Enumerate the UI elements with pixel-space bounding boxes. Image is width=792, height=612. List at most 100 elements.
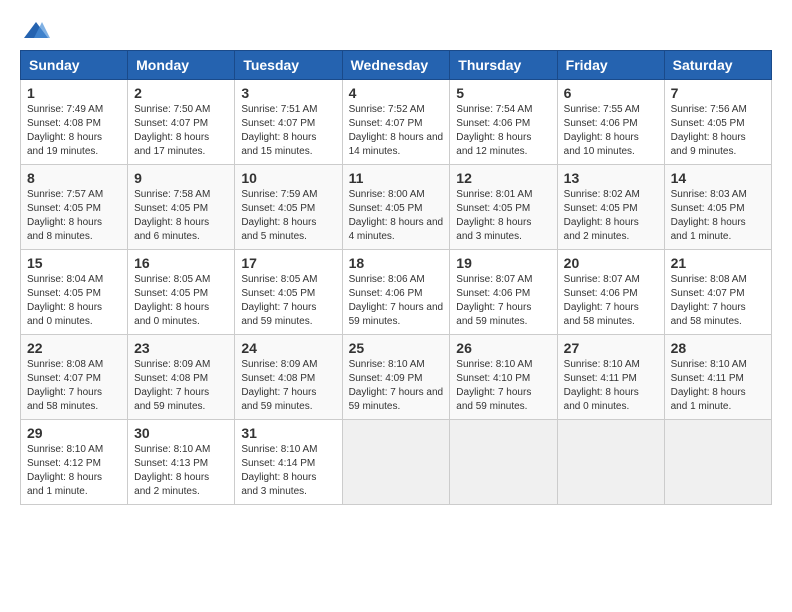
day-info: Sunrise: 7:57 AM Sunset: 4:05 PM Dayligh… [27, 188, 121, 244]
day-number: 22 [27, 340, 121, 356]
day-info: Sunrise: 8:10 AM Sunset: 4:12 PM Dayligh… [27, 443, 121, 499]
day-info: Sunrise: 8:04 AM Sunset: 4:05 PM Dayligh… [27, 273, 121, 329]
day-number: 30 [134, 425, 228, 441]
calendar-cell: 22 Sunrise: 8:08 AM Sunset: 4:07 PM Dayl… [21, 335, 128, 420]
calendar-cell: 27 Sunrise: 8:10 AM Sunset: 4:11 PM Dayl… [557, 335, 664, 420]
day-info: Sunrise: 8:05 AM Sunset: 4:05 PM Dayligh… [241, 273, 335, 329]
day-info: Sunrise: 7:54 AM Sunset: 4:06 PM Dayligh… [456, 103, 550, 159]
day-number: 2 [134, 85, 228, 101]
day-number: 29 [27, 425, 121, 441]
calendar-header-row: SundayMondayTuesdayWednesdayThursdayFrid… [21, 51, 772, 80]
day-number: 8 [27, 170, 121, 186]
calendar-week-1: 1 Sunrise: 7:49 AM Sunset: 4:08 PM Dayli… [21, 80, 772, 165]
calendar-cell: 11 Sunrise: 8:00 AM Sunset: 4:05 PM Dayl… [342, 165, 450, 250]
day-info: Sunrise: 7:55 AM Sunset: 4:06 PM Dayligh… [564, 103, 658, 159]
calendar-header-thursday: Thursday [450, 51, 557, 80]
calendar-cell: 7 Sunrise: 7:56 AM Sunset: 4:05 PM Dayli… [664, 80, 771, 165]
day-info: Sunrise: 8:08 AM Sunset: 4:07 PM Dayligh… [27, 358, 121, 414]
calendar-cell: 29 Sunrise: 8:10 AM Sunset: 4:12 PM Dayl… [21, 420, 128, 505]
calendar-cell: 3 Sunrise: 7:51 AM Sunset: 4:07 PM Dayli… [235, 80, 342, 165]
calendar-cell [664, 420, 771, 505]
calendar-cell: 9 Sunrise: 7:58 AM Sunset: 4:05 PM Dayli… [128, 165, 235, 250]
day-number: 9 [134, 170, 228, 186]
calendar-cell: 13 Sunrise: 8:02 AM Sunset: 4:05 PM Dayl… [557, 165, 664, 250]
day-info: Sunrise: 8:10 AM Sunset: 4:11 PM Dayligh… [564, 358, 658, 414]
day-number: 28 [671, 340, 765, 356]
day-number: 20 [564, 255, 658, 271]
day-number: 15 [27, 255, 121, 271]
day-info: Sunrise: 8:07 AM Sunset: 4:06 PM Dayligh… [456, 273, 550, 329]
calendar-cell: 31 Sunrise: 8:10 AM Sunset: 4:14 PM Dayl… [235, 420, 342, 505]
calendar-week-5: 29 Sunrise: 8:10 AM Sunset: 4:12 PM Dayl… [21, 420, 772, 505]
day-info: Sunrise: 8:05 AM Sunset: 4:05 PM Dayligh… [134, 273, 228, 329]
day-number: 7 [671, 85, 765, 101]
calendar-cell: 12 Sunrise: 8:01 AM Sunset: 4:05 PM Dayl… [450, 165, 557, 250]
calendar-cell: 17 Sunrise: 8:05 AM Sunset: 4:05 PM Dayl… [235, 250, 342, 335]
calendar-cell [450, 420, 557, 505]
calendar-header-tuesday: Tuesday [235, 51, 342, 80]
calendar-header-saturday: Saturday [664, 51, 771, 80]
day-number: 24 [241, 340, 335, 356]
day-number: 16 [134, 255, 228, 271]
day-number: 19 [456, 255, 550, 271]
day-number: 6 [564, 85, 658, 101]
day-info: Sunrise: 8:06 AM Sunset: 4:06 PM Dayligh… [349, 273, 444, 329]
calendar-cell: 15 Sunrise: 8:04 AM Sunset: 4:05 PM Dayl… [21, 250, 128, 335]
day-number: 27 [564, 340, 658, 356]
day-info: Sunrise: 8:10 AM Sunset: 4:09 PM Dayligh… [349, 358, 444, 414]
day-number: 14 [671, 170, 765, 186]
calendar-cell: 6 Sunrise: 7:55 AM Sunset: 4:06 PM Dayli… [557, 80, 664, 165]
calendar-cell: 10 Sunrise: 7:59 AM Sunset: 4:05 PM Dayl… [235, 165, 342, 250]
day-info: Sunrise: 8:00 AM Sunset: 4:05 PM Dayligh… [349, 188, 444, 244]
day-info: Sunrise: 7:49 AM Sunset: 4:08 PM Dayligh… [27, 103, 121, 159]
calendar-cell: 30 Sunrise: 8:10 AM Sunset: 4:13 PM Dayl… [128, 420, 235, 505]
calendar-cell [557, 420, 664, 505]
day-number: 25 [349, 340, 444, 356]
day-info: Sunrise: 8:10 AM Sunset: 4:10 PM Dayligh… [456, 358, 550, 414]
day-number: 3 [241, 85, 335, 101]
day-info: Sunrise: 7:58 AM Sunset: 4:05 PM Dayligh… [134, 188, 228, 244]
calendar-header-sunday: Sunday [21, 51, 128, 80]
day-number: 26 [456, 340, 550, 356]
day-number: 4 [349, 85, 444, 101]
calendar-cell: 28 Sunrise: 8:10 AM Sunset: 4:11 PM Dayl… [664, 335, 771, 420]
day-number: 31 [241, 425, 335, 441]
calendar-header-monday: Monday [128, 51, 235, 80]
day-info: Sunrise: 7:50 AM Sunset: 4:07 PM Dayligh… [134, 103, 228, 159]
page-header [20, 20, 772, 40]
calendar-header-wednesday: Wednesday [342, 51, 450, 80]
day-info: Sunrise: 8:09 AM Sunset: 4:08 PM Dayligh… [134, 358, 228, 414]
day-info: Sunrise: 8:10 AM Sunset: 4:13 PM Dayligh… [134, 443, 228, 499]
calendar-header-friday: Friday [557, 51, 664, 80]
day-info: Sunrise: 8:07 AM Sunset: 4:06 PM Dayligh… [564, 273, 658, 329]
calendar-table: SundayMondayTuesdayWednesdayThursdayFrid… [20, 50, 772, 505]
calendar-week-3: 15 Sunrise: 8:04 AM Sunset: 4:05 PM Dayl… [21, 250, 772, 335]
day-number: 13 [564, 170, 658, 186]
calendar-cell: 24 Sunrise: 8:09 AM Sunset: 4:08 PM Dayl… [235, 335, 342, 420]
calendar-cell: 14 Sunrise: 8:03 AM Sunset: 4:05 PM Dayl… [664, 165, 771, 250]
day-number: 21 [671, 255, 765, 271]
day-number: 11 [349, 170, 444, 186]
day-info: Sunrise: 8:10 AM Sunset: 4:14 PM Dayligh… [241, 443, 335, 499]
day-info: Sunrise: 7:51 AM Sunset: 4:07 PM Dayligh… [241, 103, 335, 159]
calendar-week-2: 8 Sunrise: 7:57 AM Sunset: 4:05 PM Dayli… [21, 165, 772, 250]
calendar-cell: 25 Sunrise: 8:10 AM Sunset: 4:09 PM Dayl… [342, 335, 450, 420]
calendar-cell: 18 Sunrise: 8:06 AM Sunset: 4:06 PM Dayl… [342, 250, 450, 335]
day-info: Sunrise: 8:08 AM Sunset: 4:07 PM Dayligh… [671, 273, 765, 329]
calendar-cell [342, 420, 450, 505]
calendar-cell: 23 Sunrise: 8:09 AM Sunset: 4:08 PM Dayl… [128, 335, 235, 420]
day-info: Sunrise: 7:52 AM Sunset: 4:07 PM Dayligh… [349, 103, 444, 159]
calendar-cell: 20 Sunrise: 8:07 AM Sunset: 4:06 PM Dayl… [557, 250, 664, 335]
calendar-cell: 21 Sunrise: 8:08 AM Sunset: 4:07 PM Dayl… [664, 250, 771, 335]
day-info: Sunrise: 8:10 AM Sunset: 4:11 PM Dayligh… [671, 358, 765, 414]
day-number: 5 [456, 85, 550, 101]
logo-icon [22, 20, 50, 40]
calendar-cell: 8 Sunrise: 7:57 AM Sunset: 4:05 PM Dayli… [21, 165, 128, 250]
day-number: 12 [456, 170, 550, 186]
day-number: 10 [241, 170, 335, 186]
day-number: 1 [27, 85, 121, 101]
calendar-cell: 19 Sunrise: 8:07 AM Sunset: 4:06 PM Dayl… [450, 250, 557, 335]
day-number: 23 [134, 340, 228, 356]
calendar-cell: 26 Sunrise: 8:10 AM Sunset: 4:10 PM Dayl… [450, 335, 557, 420]
day-info: Sunrise: 7:56 AM Sunset: 4:05 PM Dayligh… [671, 103, 765, 159]
